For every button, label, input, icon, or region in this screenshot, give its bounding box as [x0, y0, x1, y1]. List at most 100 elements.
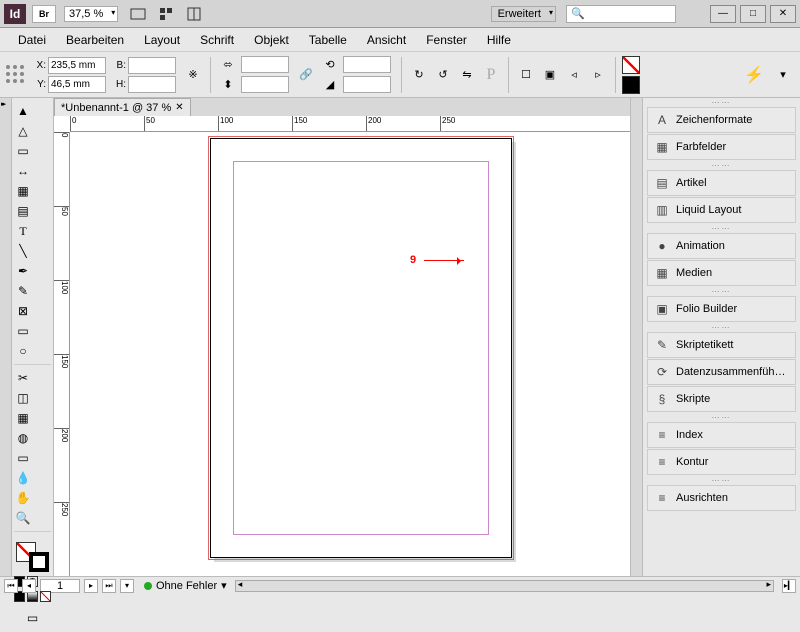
canvas[interactable]: 9: [70, 132, 630, 576]
panel-grip[interactable]: [643, 98, 800, 106]
link-scale-icon[interactable]: 🔗: [295, 66, 317, 84]
line-tool[interactable]: ╲: [14, 242, 32, 260]
close-tab-icon[interactable]: ✕: [175, 102, 183, 113]
zoom-tool[interactable]: 🔍: [14, 509, 32, 527]
view-options-icon[interactable]: [154, 4, 178, 24]
menu-type[interactable]: Schrift: [190, 31, 244, 49]
pencil-tool[interactable]: ✎: [14, 282, 32, 300]
next-page-button[interactable]: ▸: [84, 579, 98, 593]
menu-file[interactable]: Datei: [8, 31, 56, 49]
vertical-ruler[interactable]: 050100150200250: [54, 132, 70, 576]
scale-x-field[interactable]: [241, 56, 289, 73]
scroll-end-button[interactable]: ▸▎: [782, 579, 796, 593]
w-field[interactable]: [128, 57, 176, 74]
maximize-button[interactable]: □: [740, 5, 766, 23]
search-input[interactable]: 🔍: [566, 5, 676, 23]
shear-field[interactable]: [343, 76, 391, 93]
menu-table[interactable]: Tabelle: [299, 31, 357, 49]
stroke-swatch[interactable]: [622, 76, 640, 94]
menu-edit[interactable]: Bearbeiten: [56, 31, 134, 49]
ellipse-tool[interactable]: ○: [14, 342, 32, 360]
panel-grip[interactable]: [643, 161, 800, 169]
apply-gradient-icon[interactable]: [27, 591, 38, 602]
panel-artikel[interactable]: ▤Artikel: [647, 170, 796, 196]
menu-view[interactable]: Ansicht: [357, 31, 416, 49]
panel-kontur[interactable]: ≡Kontur: [647, 449, 796, 475]
preflight-menu-icon[interactable]: ▾: [221, 579, 227, 592]
panel-grip[interactable]: [643, 413, 800, 421]
quick-apply-icon[interactable]: ⚡: [744, 65, 764, 85]
pen-tool[interactable]: ✒: [14, 262, 32, 280]
left-dock-toggle[interactable]: [0, 98, 12, 576]
page[interactable]: [210, 138, 512, 558]
content-placer-tool[interactable]: ▤: [14, 202, 32, 220]
h-field[interactable]: [128, 76, 176, 93]
menu-object[interactable]: Objekt: [244, 31, 299, 49]
bridge-button[interactable]: Br: [32, 5, 56, 23]
fill-swatch[interactable]: [622, 56, 640, 74]
panel-grip[interactable]: [643, 224, 800, 232]
menu-help[interactable]: Hilfe: [477, 31, 521, 49]
select-next-icon[interactable]: ▹: [587, 66, 609, 84]
zoom-select[interactable]: 37,5 %: [64, 6, 118, 22]
panel-index[interactable]: ≡Index: [647, 422, 796, 448]
prev-page-button[interactable]: ◂: [22, 579, 36, 593]
panel-skriptetikett[interactable]: ✎Skriptetikett: [647, 332, 796, 358]
rectangle-tool[interactable]: ▭: [14, 322, 32, 340]
last-page-button[interactable]: ⏭: [102, 579, 116, 593]
paragraph-icon[interactable]: P: [480, 66, 502, 84]
panel-menu-icon[interactable]: ▾: [772, 66, 794, 84]
screen-mode-icon[interactable]: [126, 4, 150, 24]
arrange-icon[interactable]: [182, 4, 206, 24]
horizontal-ruler[interactable]: 050100150200250: [70, 116, 630, 132]
y-field[interactable]: 46,5 mm: [48, 76, 106, 93]
document-tab[interactable]: *Unbenannt-1 @ 37 % ✕: [54, 98, 191, 116]
rotate-field[interactable]: [343, 56, 391, 73]
constrain-icon[interactable]: ※: [182, 66, 204, 84]
x-field[interactable]: 235,5 mm: [48, 57, 106, 74]
minimize-button[interactable]: —: [710, 5, 736, 23]
scale-y-field[interactable]: [241, 76, 289, 93]
screen-mode-tool[interactable]: ▭: [14, 604, 51, 632]
panel-datenzusammenfh[interactable]: ⟳Datenzusammenfüh…: [647, 359, 796, 385]
fill-stroke-swatches[interactable]: [622, 56, 640, 94]
gradient-swatch-tool[interactable]: ▦: [14, 409, 32, 427]
apply-color-icon[interactable]: [14, 591, 25, 602]
apply-none-icon[interactable]: [40, 591, 51, 602]
panel-ausrichten[interactable]: ≡Ausrichten: [647, 485, 796, 511]
hand-tool[interactable]: ✋: [14, 489, 32, 507]
close-button[interactable]: ✕: [770, 5, 796, 23]
panel-foliobuilder[interactable]: ▣Folio Builder: [647, 296, 796, 322]
panel-skripte[interactable]: §Skripte: [647, 386, 796, 412]
open-button[interactable]: ▾: [120, 579, 134, 593]
panel-liquidlayout[interactable]: ▥Liquid Layout: [647, 197, 796, 223]
select-container-icon[interactable]: ☐: [515, 66, 537, 84]
panel-farbfelder[interactable]: ▦Farbfelder: [647, 134, 796, 160]
direct-selection-tool[interactable]: △: [14, 122, 32, 140]
rotate-cw-icon[interactable]: ↻: [408, 66, 430, 84]
menu-window[interactable]: Fenster: [416, 31, 477, 49]
flip-h-icon[interactable]: ⇋: [456, 66, 478, 84]
selection-tool[interactable]: ▲: [14, 102, 32, 120]
panel-grip[interactable]: [643, 476, 800, 484]
select-prev-icon[interactable]: ◃: [563, 66, 585, 84]
gradient-feather-tool[interactable]: ◍: [14, 429, 32, 447]
panel-medien[interactable]: ▦Medien: [647, 260, 796, 286]
select-content-icon[interactable]: ▣: [539, 66, 561, 84]
gap-tool[interactable]: ↔: [14, 162, 32, 180]
panel-zeichenformate[interactable]: AZeichenformate: [647, 107, 796, 133]
free-transform-tool[interactable]: ◫: [14, 389, 32, 407]
type-tool[interactable]: T: [14, 222, 32, 240]
rectangle-frame-tool[interactable]: ⊠: [14, 302, 32, 320]
reference-point[interactable]: [6, 65, 26, 85]
rotate-ccw-icon[interactable]: ↺: [432, 66, 454, 84]
page-tool[interactable]: ▭: [14, 142, 32, 160]
panel-grip[interactable]: [643, 323, 800, 331]
first-page-button[interactable]: ⏮: [4, 579, 18, 593]
panel-animation[interactable]: ●Animation: [647, 233, 796, 259]
panel-grip[interactable]: [643, 287, 800, 295]
eyedropper-tool[interactable]: 💧: [14, 469, 32, 487]
menu-layout[interactable]: Layout: [134, 31, 190, 49]
workspace-select[interactable]: Erweitert: [491, 6, 556, 22]
horizontal-scrollbar[interactable]: [235, 580, 774, 592]
